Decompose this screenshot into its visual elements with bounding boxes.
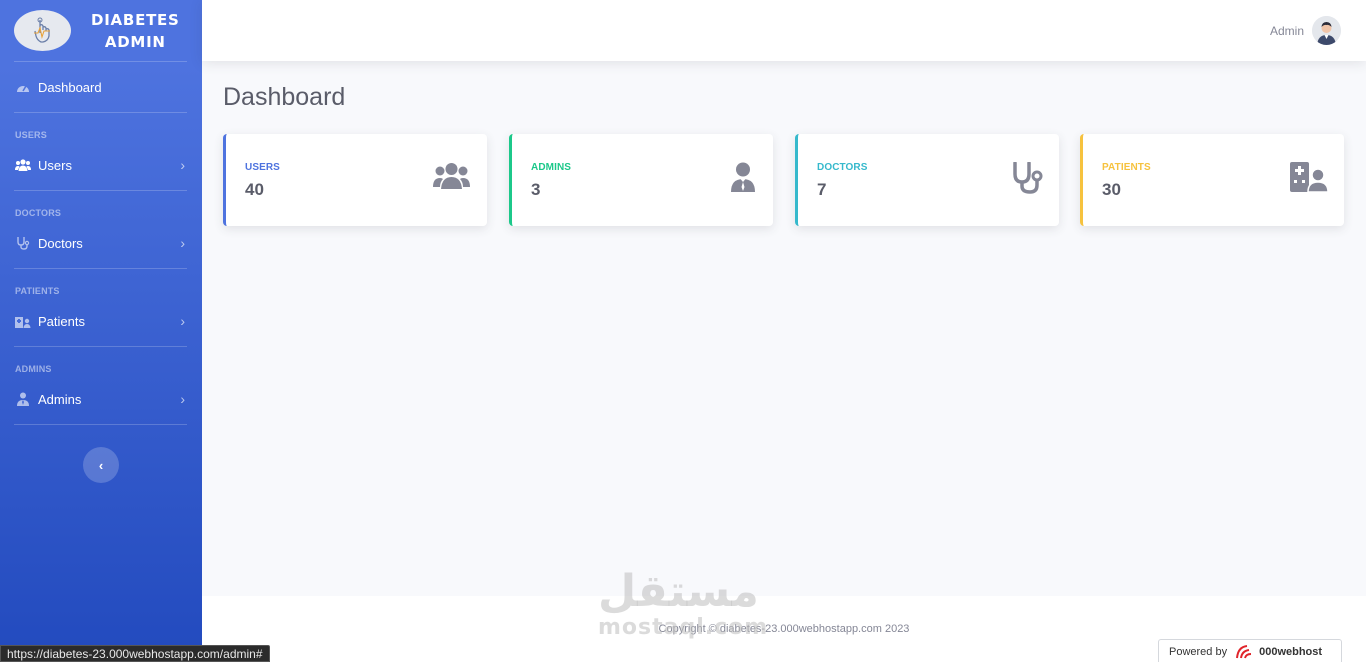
sidebar-item-label: Patients: [38, 313, 85, 329]
sidebar-item-label: Admins: [38, 391, 82, 407]
brand-line2: ADMIN: [104, 32, 166, 51]
sidebar-heading-admins: ADMINS: [15, 364, 52, 374]
sidebar-item-label: Users: [38, 157, 72, 173]
card-value: 7: [817, 180, 827, 199]
card-label: ADMINS: [531, 162, 572, 173]
sidebar-item-users[interactable]: Users ›: [0, 140, 202, 190]
sidebar-item-dashboard[interactable]: Dashboard: [0, 62, 202, 112]
stat-card-patients[interactable]: PATIENTS 30: [1080, 134, 1344, 226]
watermark-latin: mostaql.com: [598, 615, 769, 640]
avatar[interactable]: [1312, 16, 1341, 45]
sidebar-item-label: Dashboard: [38, 79, 102, 95]
chevron-right-icon: ›: [180, 157, 185, 173]
stethoscope-icon: [15, 236, 31, 250]
chevron-right-icon: ›: [180, 391, 185, 407]
stat-card-doctors[interactable]: DOCTORS 7: [795, 134, 1059, 226]
sidebar: DIABETES ADMIN Dashboard USERS Users › D…: [0, 0, 202, 662]
users-icon: [15, 158, 31, 172]
watermark: مستقل mostaql.com: [598, 570, 768, 640]
powered-by-badge[interactable]: Powered by 000webhost: [1158, 639, 1342, 662]
browser-status-bar: https://diabetes-23.000webhostapp.com/ad…: [0, 645, 270, 662]
hand-touch-icon: [14, 10, 71, 51]
user-name[interactable]: Admin: [1270, 24, 1304, 38]
brand-title: DIABETES ADMIN: [91, 9, 180, 53]
sidebar-toggle-button[interactable]: ‹: [83, 447, 119, 483]
webhost-logo-icon: [1235, 644, 1255, 660]
sidebar-heading-users: USERS: [15, 130, 47, 140]
sidebar-brand[interactable]: DIABETES ADMIN: [0, 0, 202, 61]
topbar: Admin: [202, 0, 1366, 61]
chevron-right-icon: ›: [180, 235, 185, 251]
stat-card-users[interactable]: USERS 40: [223, 134, 487, 226]
sidebar-item-doctors[interactable]: Doctors ›: [0, 218, 202, 268]
user-tie-icon: [731, 162, 755, 197]
sidebar-heading-doctors: DOCTORS: [15, 208, 62, 218]
card-value: 3: [531, 180, 541, 199]
stat-card-admins[interactable]: ADMINS 3: [509, 134, 773, 226]
sidebar-heading-patients: PATIENTS: [15, 286, 60, 296]
powered-prefix: Powered by: [1169, 646, 1228, 658]
sidebar-item-patients[interactable]: Patients ›: [0, 296, 202, 346]
clinic-user-icon: [15, 314, 31, 328]
card-value: 30: [1102, 180, 1121, 199]
users-icon: [433, 162, 470, 195]
sidebar-item-label: Doctors: [38, 235, 83, 251]
brand-line1: DIABETES: [91, 10, 180, 29]
stethoscope-icon: [1011, 161, 1043, 199]
user-tie-icon: [15, 392, 31, 406]
sidebar-divider: [14, 424, 187, 425]
chevron-left-icon: ‹: [98, 457, 104, 473]
sidebar-item-admins[interactable]: Admins ›: [0, 374, 202, 424]
page-title: Dashboard: [223, 83, 346, 111]
clinic-user-icon: [1290, 162, 1329, 197]
tachometer-icon: [15, 80, 31, 94]
card-label: USERS: [245, 162, 280, 173]
card-value: 40: [245, 180, 264, 199]
card-label: DOCTORS: [817, 162, 868, 173]
watermark-arabic: مستقل: [598, 566, 759, 617]
chevron-right-icon: ›: [180, 313, 185, 329]
copyright-text: Copyright © diabetes-23.000webhostapp.co…: [658, 623, 910, 635]
powered-brand: 000webhost: [1259, 646, 1323, 658]
card-label: PATIENTS: [1102, 162, 1151, 173]
